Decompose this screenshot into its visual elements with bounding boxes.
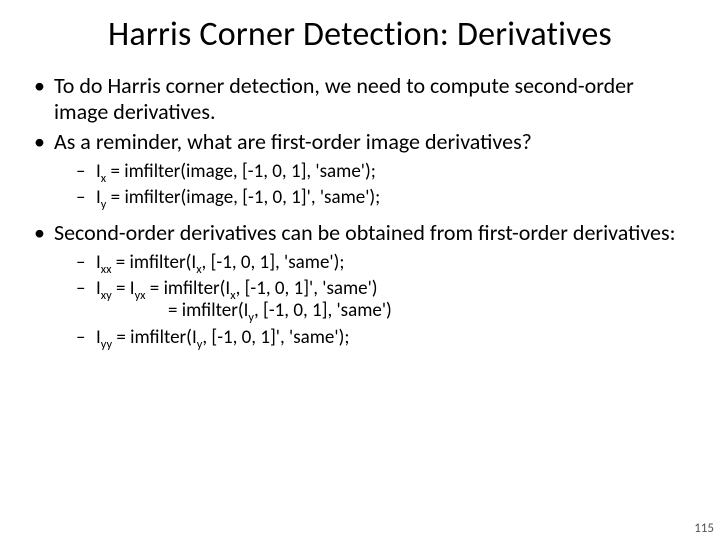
expr: = imfilter(I: [168, 299, 248, 322]
expr: = imfilter(image, [-1, 0, 1]', 'same');: [106, 186, 380, 209]
bullet-text: Second-order derivatives can be obtained…: [54, 219, 676, 246]
expr: = imfilter(I: [112, 251, 197, 274]
expr: = imfilter(image, [-1, 0, 1], 'same');: [106, 160, 376, 183]
expr: = I: [112, 277, 135, 300]
expr: = imfilter(I: [146, 277, 231, 300]
sub-list: Ix = imfilter(image, [-1, 0, 1], 'same')…: [54, 161, 688, 210]
subscript: xx: [101, 261, 112, 276]
sub-list: Ixx = imfilter(Ix, [-1, 0, 1], 'same'); …: [54, 252, 688, 350]
page-number: 115: [694, 521, 714, 536]
sub-item: Iy = imfilter(image, [-1, 0, 1]', 'same'…: [76, 187, 688, 209]
subscript: yx: [135, 288, 146, 303]
slide-title: Harris Corner Detection: Derivatives: [0, 0, 720, 55]
continuation: = imfilter(Iy, [-1, 0, 1], 'same'): [96, 300, 688, 322]
expr: , [-1, 0, 1], 'same'): [254, 299, 392, 322]
expr: = imfilter(I: [112, 326, 197, 349]
sub-item: Ix = imfilter(image, [-1, 0, 1], 'same')…: [76, 161, 688, 183]
bullet-text: As a reminder, what are first-order imag…: [54, 128, 532, 155]
expr: , [-1, 0, 1]', 'same');: [202, 326, 349, 349]
sub-item: Iyy = imfilter(Iy, [-1, 0, 1]', 'same');: [76, 327, 688, 349]
bullet-item: To do Harris corner detection, we need t…: [32, 73, 688, 125]
slide: Harris Corner Detection: Derivatives To …: [0, 0, 720, 540]
slide-body: To do Harris corner detection, we need t…: [0, 55, 720, 349]
sub-item: Ixy = Iyx = imfilter(Ix, [-1, 0, 1]', 's…: [76, 278, 688, 323]
expr: , [-1, 0, 1], 'same');: [202, 251, 345, 274]
sub-item: Ixx = imfilter(Ix, [-1, 0, 1], 'same');: [76, 252, 688, 274]
bullet-item: As a reminder, what are first-order imag…: [32, 129, 688, 210]
subscript: yy: [101, 337, 112, 352]
subscript: xy: [101, 288, 112, 303]
expr: , [-1, 0, 1]', 'same'): [236, 277, 378, 300]
bullet-item: Second-order derivatives can be obtained…: [32, 220, 688, 350]
bullet-list: To do Harris corner detection, we need t…: [32, 73, 688, 349]
